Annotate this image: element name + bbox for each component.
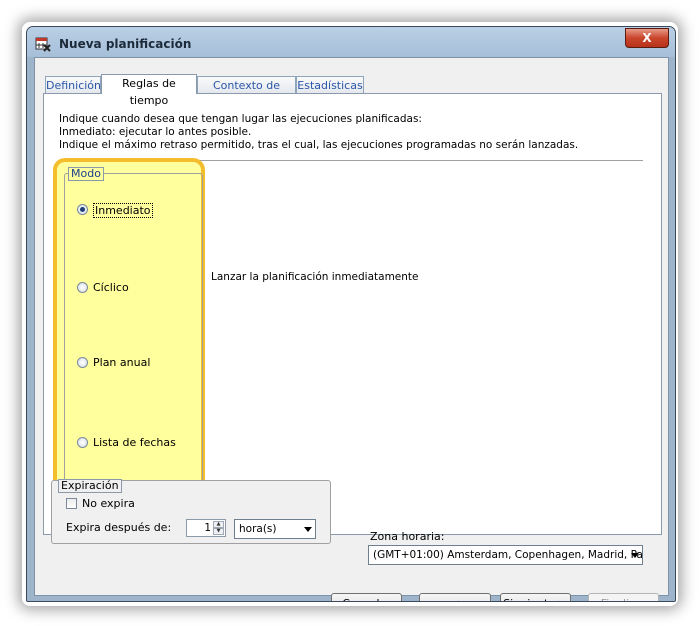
title-bar: Nueva planificación X: [27, 27, 675, 57]
cancelar-button[interactable]: Cancelar: [331, 593, 402, 601]
instructions-text: Indique cuando desea que tengan lugar la…: [59, 113, 578, 152]
instructions-line-1: Indique cuando desea que tengan lugar la…: [59, 113, 422, 125]
scheduler-app-icon: [35, 37, 51, 52]
stepper-up-icon[interactable]: ▲: [213, 521, 224, 528]
expiracion-group-label: Expiración: [58, 479, 122, 493]
close-button[interactable]: X: [625, 28, 669, 48]
tab-estadisticas[interactable]: Estadísticas: [296, 76, 364, 93]
radio-label-inmediato[interactable]: Inmediato: [93, 203, 153, 218]
unidad-select[interactable]: hora(s): [234, 519, 316, 539]
tab-reglas-de-tiempo[interactable]: Reglas de tiempo: [101, 74, 197, 107]
tab-panel-reglas: Indique cuando desea que tengan lugar la…: [43, 93, 662, 535]
no-expira-checkbox[interactable]: [66, 498, 77, 509]
no-expira-label[interactable]: No expira: [82, 497, 135, 510]
zona-horaria-value[interactable]: (GMT+01:00) Amsterdam, Copenhagen, Madri…: [373, 549, 642, 561]
stepper-buttons: ▲ ▼: [213, 521, 224, 535]
chevron-down-icon[interactable]: [304, 527, 312, 532]
modo-group-label: Modo: [68, 167, 104, 181]
instructions-line-3: Indique el máximo retraso permitido, tra…: [59, 139, 579, 151]
zona-horaria-select[interactable]: (GMT+01:00) Amsterdam, Copenhagen, Madri…: [368, 545, 643, 565]
retroceder-button[interactable]: < Retroceder: [419, 593, 491, 601]
zona-horaria-label: Zona horaria:: [370, 530, 445, 543]
window-title: Nueva planificación: [59, 37, 192, 51]
radio-button-inmediato[interactable]: [77, 204, 88, 215]
expira-value-stepper[interactable]: 1 ▲ ▼: [186, 519, 226, 537]
dialog-client: Definición Reglas de tiempo Contexto de …: [34, 57, 669, 601]
radio-label-ciclico[interactable]: Cíclico: [93, 281, 129, 294]
stepper-down-icon[interactable]: ▼: [213, 528, 224, 535]
expiracion-groupbox: Expiración No expira Expira después de: …: [51, 479, 331, 544]
radio-label-plan-anual[interactable]: Plan anual: [93, 356, 150, 369]
mode-description: Lanzar la planificación inmediatamente: [211, 271, 419, 283]
expira-despues-label: Expira después de:: [66, 521, 172, 534]
radio-label-lista-de-fechas[interactable]: Lista de fechas: [93, 436, 176, 449]
siguiente-button[interactable]: Siguiente >: [500, 593, 571, 601]
expira-value[interactable]: 1: [204, 522, 211, 534]
tab-definicion[interactable]: Definición: [45, 76, 101, 93]
chevron-down-icon[interactable]: [631, 553, 639, 558]
dialog-window: Nueva planificación X Definición Reglas …: [26, 26, 676, 602]
radio-button-plan-anual[interactable]: [77, 357, 88, 368]
finalizar-button[interactable]: Finalizar: [588, 593, 659, 601]
radio-button-ciclico[interactable]: [77, 282, 88, 293]
tab-contexto-de-sesion[interactable]: Contexto de sesión: [197, 76, 296, 109]
unidad-select-value[interactable]: hora(s): [239, 523, 277, 535]
radio-button-lista-de-fechas[interactable]: [77, 437, 88, 448]
instructions-line-2: Inmediato: ejecutar lo antes posible.: [59, 126, 252, 138]
